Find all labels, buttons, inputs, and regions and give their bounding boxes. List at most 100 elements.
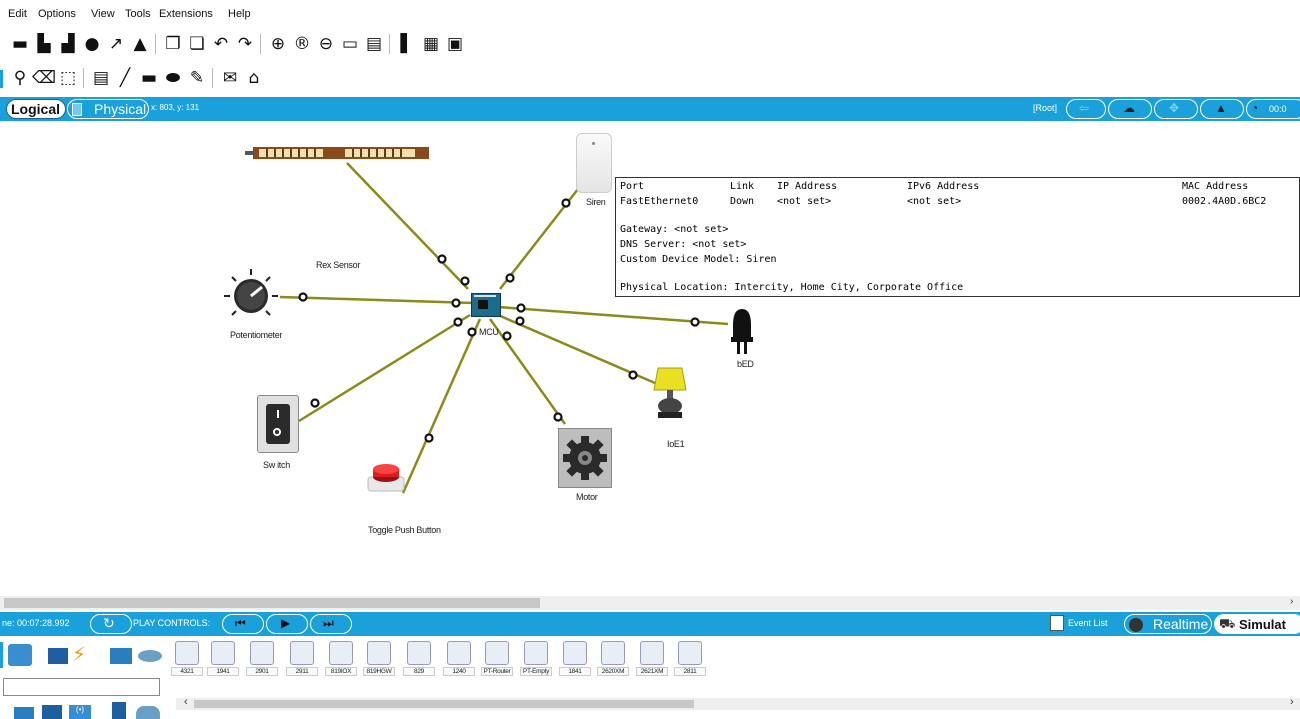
device-list-icon[interactable]: ▦ [421,34,441,54]
wireless-subcategory-icon[interactable]: (•) [69,705,91,719]
power-cycle-button[interactable]: ↻ [90,614,132,634]
port-dot[interactable] [460,276,470,286]
router-model-2620xm[interactable]: 2620XM [597,641,629,679]
zoom-out-icon[interactable]: ⊖ [316,34,336,54]
device-search-field[interactable] [3,678,160,696]
port-dot[interactable] [505,273,515,283]
menu-view[interactable]: View [91,8,115,20]
simulation-mode-button[interactable]: ⛟ Simulat [1214,614,1300,634]
router-model-1240[interactable]: 1240 [443,641,475,679]
port-dot[interactable] [515,316,525,326]
realtime-mode-button[interactable]: Realtime [1124,614,1212,634]
menu-help[interactable]: Help [228,8,251,20]
play-button[interactable]: ▶ [266,614,308,634]
copy-icon[interactable]: ❐ [163,34,183,54]
port-dot[interactable] [424,433,434,443]
bed-device[interactable] [729,307,755,357]
router-model-829[interactable]: 829 [403,641,435,679]
print-icon[interactable]: ▟ [58,34,78,54]
paste-icon[interactable]: ❏ [187,34,207,54]
screenshot-icon[interactable]: ▣ [445,34,465,54]
complex-pdu-icon[interactable]: ⌂ [244,68,264,88]
end-devices-category-icon[interactable] [48,648,68,664]
port-dot[interactable] [553,412,563,422]
menu-tools[interactable]: Tools [125,8,151,20]
router-model-819iox[interactable]: 819IOX [325,641,357,679]
event-list-icon[interactable] [1050,615,1064,631]
router-model-2911[interactable]: 2911 [286,641,318,679]
resize-icon[interactable]: ⬚ [58,68,78,88]
toggle-push-button-device[interactable] [366,463,406,493]
port-dot[interactable] [437,254,447,264]
workspace-hscrollbar[interactable]: › [0,596,1300,610]
cable-potentiometer[interactable] [279,295,475,305]
back-button[interactable]: ⇦ [1066,99,1106,119]
forward-step-button[interactable]: ⏭ [310,614,352,634]
port-dot[interactable] [298,292,308,302]
siren-device[interactable] [576,133,612,193]
event-list-label[interactable]: Event List [1068,618,1108,628]
menu-options[interactable]: Options [38,8,76,20]
connections-category-icon[interactable]: ⚡ [72,642,86,666]
port-dot[interactable] [467,327,477,337]
switch-device[interactable] [257,395,299,453]
line-icon[interactable]: ╱ [115,68,135,88]
network-devices-category-icon[interactable] [8,644,32,666]
scroll-right-arrow-icon[interactable]: › [1290,696,1294,708]
tab-physical[interactable]: Physical [67,99,149,119]
router-model-1841[interactable]: 1841 [559,641,591,679]
port-dot[interactable] [502,331,512,341]
misc-category-icon[interactable] [110,648,132,664]
port-dot[interactable] [561,198,571,208]
rectangle-icon[interactable]: ▬ [139,68,159,88]
scroll-left-arrow-icon[interactable]: ‹ [184,696,188,708]
inspect-icon[interactable]: ⚲ [10,68,30,88]
security-subcategory-icon[interactable] [112,702,126,719]
tab-logical[interactable]: Logical [6,99,66,119]
simple-pdu-icon[interactable]: ✉ [220,68,240,88]
motor-device[interactable] [558,428,612,488]
undo-icon[interactable]: ↶ [211,34,231,54]
viewport-button[interactable]: ◔ 00:0 [1246,99,1300,119]
cable-switch[interactable] [298,313,471,423]
router-model-2901[interactable]: 2901 [246,641,278,679]
back-step-button[interactable]: ⏮ [222,614,264,634]
logical-workspace[interactable]: Rex Sensor Siren Potentiometer MCU bED I… [0,121,1300,595]
scroll-thumb[interactable] [194,700,694,708]
router-model-2621xm[interactable]: 2621XM [636,641,668,679]
router-model-1941[interactable]: 1941 [207,641,239,679]
router-model-819hgw[interactable]: 819HGW [363,641,395,679]
network-wizard-icon[interactable]: ↗ [106,34,126,54]
freeform-icon[interactable]: ✎ [187,68,207,88]
router-model-4321[interactable]: 4321 [171,641,203,679]
ioe1-lamp-device[interactable] [652,364,688,424]
potentiometer-device[interactable] [222,267,280,325]
zoom-in-icon[interactable]: ⊕ [268,34,288,54]
drawing-palette-icon[interactable]: ▭ [340,34,360,54]
cable-motor[interactable] [488,318,567,425]
zoom-reset-icon[interactable]: ® [292,34,312,54]
port-dot[interactable] [516,303,526,313]
scroll-right-arrow-icon[interactable]: › [1290,596,1293,607]
port-dot[interactable] [628,370,638,380]
set-background-button[interactable]: ▲ [1200,99,1244,119]
router-model-2811[interactable]: 2811 [674,641,706,679]
save-icon[interactable]: ▙ [34,34,54,54]
menu-extensions[interactable]: Extensions [159,8,213,20]
custom-device-icon[interactable]: ▤ [364,34,384,54]
scroll-thumb[interactable] [4,598,540,608]
switches-subcategory-icon[interactable] [42,705,62,719]
new-cluster-button[interactable]: ☁ [1108,99,1152,119]
info-icon[interactable]: ● [82,34,102,54]
cable-rex-sensor[interactable] [346,162,469,290]
menu-edit[interactable]: Edit [8,8,27,20]
rex-sensor-device[interactable] [245,146,430,160]
routers-subcategory-icon[interactable] [14,707,34,719]
redo-icon[interactable]: ↷ [235,34,255,54]
port-dot[interactable] [310,398,320,408]
router-model-pt-router[interactable]: PT-Router [481,641,513,679]
ellipse-icon[interactable]: ⬬ [163,68,183,88]
device-list-scrollbar[interactable]: ‹ › [176,696,1300,710]
wan-emulation-subcategory-icon[interactable] [136,706,160,719]
folder-open-icon[interactable]: ▬ [10,34,30,54]
